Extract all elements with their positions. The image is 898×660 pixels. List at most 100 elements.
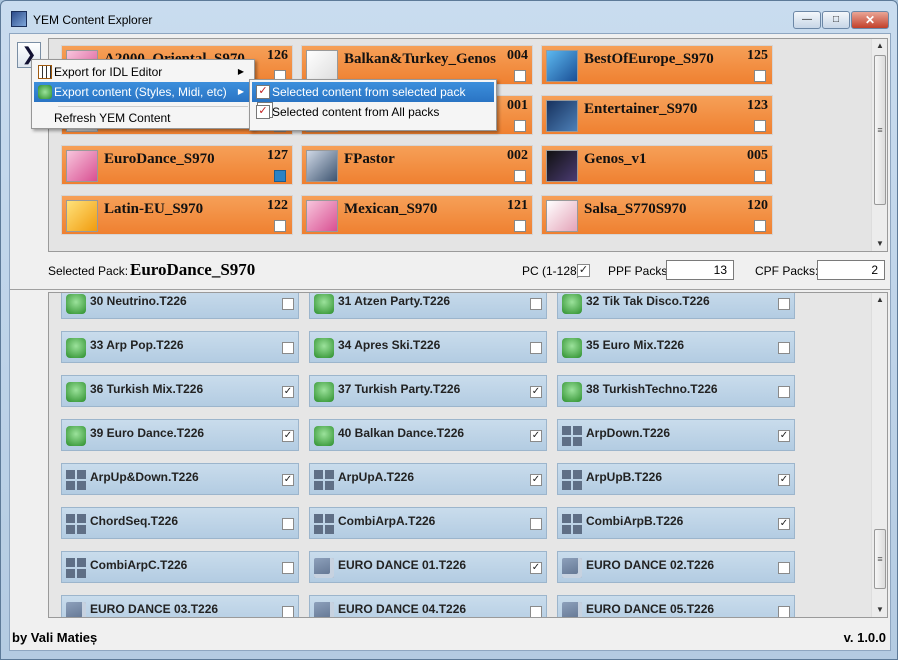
scroll-up-icon[interactable]: ▲	[872, 293, 887, 307]
content-item-checkbox[interactable]	[282, 342, 294, 354]
content-item-checkbox[interactable]: ✓	[530, 562, 542, 574]
content-item-checkbox[interactable]	[778, 386, 790, 398]
pack-tile[interactable]: Salsa_S770S970 120	[541, 195, 773, 235]
content-item-checkbox[interactable]: ✓	[778, 474, 790, 486]
content-item-checkbox[interactable]	[778, 606, 790, 617]
menu-item-export-content[interactable]: Export content (Styles, Midi, etc) ▶	[34, 82, 252, 102]
content-item[interactable]: 40 Balkan Dance.T226 ✓	[309, 419, 547, 451]
maximize-button[interactable]: □	[822, 11, 850, 29]
pack-tile[interactable]: Latin-EU_S970 122	[61, 195, 293, 235]
content-item-checkbox[interactable]: ✓	[530, 474, 542, 486]
drum-icon	[314, 294, 334, 314]
title-bar[interactable]: YEM Content Explorer — □ ✕	[1, 1, 897, 33]
content-item-checkbox[interactable]: ✓	[282, 474, 294, 486]
content-item[interactable]: 39 Euro Dance.T226 ✓	[61, 419, 299, 451]
close-button[interactable]: ✕	[851, 11, 889, 29]
content-item[interactable]: ChordSeq.T226	[61, 507, 299, 539]
grip-icon: ≡	[877, 125, 883, 135]
pack-checkbox[interactable]	[754, 70, 766, 82]
yellow-pack-icon	[66, 200, 98, 232]
content-item[interactable]: CombiArpA.T226	[309, 507, 547, 539]
content-item-name: ArpUp&Down.T226	[90, 470, 199, 484]
content-item-checkbox[interactable]	[282, 606, 294, 617]
scroll-thumb[interactable]: ≡	[874, 55, 886, 205]
content-item-name: ArpDown.T226	[586, 426, 671, 440]
pack-tile[interactable]: EuroDance_S970 127	[61, 145, 293, 185]
pack-scrollbar[interactable]: ▲ ≡ ▼	[871, 39, 887, 251]
content-item[interactable]: 37 Turkish Party.T226 ✓	[309, 375, 547, 407]
content-item-checkbox[interactable]: ✓	[778, 518, 790, 530]
content-item-checkbox[interactable]	[530, 606, 542, 617]
content-item[interactable]: CombiArpC.T226	[61, 551, 299, 583]
content-item[interactable]: EURO DANCE 02.T226	[557, 551, 795, 583]
content-item-checkbox[interactable]: ✓	[530, 386, 542, 398]
menu-item-export-idl[interactable]: Export for IDL Editor ▶	[34, 62, 252, 82]
pack-tile[interactable]: FPastor 002	[301, 145, 533, 185]
content-item[interactable]: EURO DANCE 03.T226	[61, 595, 299, 617]
scroll-up-icon[interactable]: ▲	[872, 39, 887, 53]
pack-name: FPastor	[344, 151, 395, 167]
content-item[interactable]: ArpDown.T226 ✓	[557, 419, 795, 451]
content-item-name: EURO DANCE 04.T226	[338, 602, 467, 616]
scroll-thumb[interactable]: ≡	[874, 529, 886, 589]
content-item-checkbox[interactable]	[530, 518, 542, 530]
content-scrollbar[interactable]: ▲ ≡ ▼	[871, 293, 887, 617]
content-item-checkbox[interactable]: ✓	[778, 430, 790, 442]
content-item[interactable]: 34 Apres Ski.T226	[309, 331, 547, 363]
pack-checkbox[interactable]	[754, 170, 766, 182]
pack-checkbox[interactable]	[514, 70, 526, 82]
pack-checkbox[interactable]	[274, 220, 286, 232]
content-item-name: ArpUpA.T226	[338, 470, 415, 484]
content-item[interactable]: 30 Neutrino.T226	[61, 293, 299, 319]
pack-checkbox[interactable]	[514, 170, 526, 182]
content-item[interactable]: 35 Euro Mix.T226	[557, 331, 795, 363]
pack-tile[interactable]: BestOfEurope_S970 125	[541, 45, 773, 85]
menu-item-refresh[interactable]: Refresh YEM Content	[34, 108, 252, 128]
pack-tile[interactable]: Entertainer_S970 123	[541, 95, 773, 135]
content-item-checkbox[interactable]: ✓	[282, 430, 294, 442]
content-item[interactable]: EURO DANCE 01.T226 ✓	[309, 551, 547, 583]
content-item-checkbox[interactable]	[282, 518, 294, 530]
content-item[interactable]: 36 Turkish Mix.T226 ✓	[61, 375, 299, 407]
content-item-checkbox[interactable]: ✓	[530, 430, 542, 442]
pack-number: 002	[507, 148, 528, 163]
pack-checkbox[interactable]	[514, 220, 526, 232]
content-item-checkbox[interactable]	[530, 342, 542, 354]
pack-checkbox[interactable]	[514, 120, 526, 132]
pack-name: Latin-EU_S970	[104, 201, 204, 217]
content-item-checkbox[interactable]	[778, 562, 790, 574]
content-item-checkbox[interactable]	[778, 298, 790, 310]
content-item[interactable]: CombiArpB.T226 ✓	[557, 507, 795, 539]
ppf-packs-input[interactable]: 13	[666, 260, 734, 280]
submenu-item-selected-pack[interactable]: ✓ Selected content from selected pack	[252, 82, 494, 102]
content-item-checkbox[interactable]: ✓	[282, 386, 294, 398]
submenu-item-all-packs[interactable]: ✓ Selected content from All packs	[252, 102, 494, 122]
content-item[interactable]: ArpUpB.T226 ✓	[557, 463, 795, 495]
pack-checkbox[interactable]	[754, 120, 766, 132]
content-item-checkbox[interactable]	[778, 342, 790, 354]
content-item-checkbox[interactable]	[282, 298, 294, 310]
content-item-checkbox[interactable]	[282, 562, 294, 574]
minimize-button[interactable]: —	[793, 11, 821, 29]
content-item[interactable]: ArpUpA.T226 ✓	[309, 463, 547, 495]
pack-tile[interactable]: Genos_v1 005	[541, 145, 773, 185]
pack-tile[interactable]: Mexican_S970 121	[301, 195, 533, 235]
content-item[interactable]: ArpUp&Down.T226 ✓	[61, 463, 299, 495]
pc-range-checkbox[interactable]: ✓	[577, 264, 590, 277]
content-item[interactable]: 31 Atzen Party.T226	[309, 293, 547, 319]
content-item[interactable]: 33 Arp Pop.T226	[61, 331, 299, 363]
menu-item-label: Export content (Styles, Midi, etc)	[54, 85, 227, 99]
content-item-checkbox[interactable]	[530, 298, 542, 310]
content-item-name: CombiArpA.T226	[338, 514, 436, 528]
cpf-packs-input[interactable]: 2	[817, 260, 885, 280]
content-item[interactable]: 32 Tik Tak Disco.T226	[557, 293, 795, 319]
content-item[interactable]: EURO DANCE 04.T226	[309, 595, 547, 617]
pack-name: Entertainer_S970	[584, 101, 698, 117]
pack-checkbox[interactable]	[274, 170, 286, 182]
scroll-down-icon[interactable]: ▼	[872, 237, 887, 251]
pack-checkbox[interactable]	[754, 220, 766, 232]
content-item[interactable]: 38 TurkishTechno.T226	[557, 375, 795, 407]
content-item[interactable]: EURO DANCE 05.T226	[557, 595, 795, 617]
pack-name: Balkan&Turkey_Genos	[344, 51, 496, 67]
scroll-down-icon[interactable]: ▼	[872, 603, 887, 617]
